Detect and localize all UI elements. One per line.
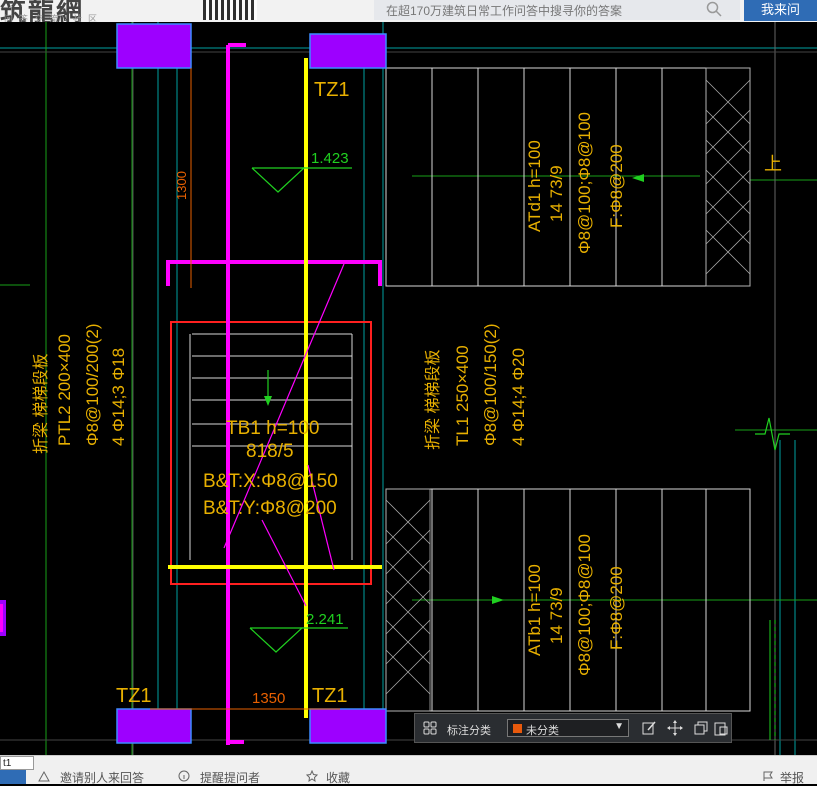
- label-ptl2-3: 4 Φ14;3 Φ18: [109, 348, 128, 446]
- label-tz1-top: TZ1: [314, 79, 350, 101]
- report-link[interactable]: 举报: [780, 769, 804, 786]
- cad-drawing[interactable]: TZ1 TZ1 TZ1 1.423 2.241 1300 1350 上 ATd1…: [0, 22, 817, 755]
- label-atb1-0: ATb1 h=100: [525, 564, 544, 656]
- copy-icon[interactable]: [693, 720, 709, 736]
- category-color-swatch: [513, 724, 522, 733]
- ask-question-button[interactable]: 我来问: [744, 0, 817, 21]
- edit-icon[interactable]: [641, 720, 657, 736]
- corner-badge: [0, 770, 26, 784]
- star-icon: [306, 770, 318, 782]
- page-footer-bar: t1 邀请别人来回答 提醒提问者 收藏 举报: [0, 755, 817, 786]
- label-atd1-3: F:Φ8@200: [607, 144, 626, 228]
- label-dim-vertical: 1300: [174, 171, 189, 200]
- remind-asker-link[interactable]: 提醒提问者: [200, 769, 260, 786]
- label-tl1-1: TL1 250×400: [453, 345, 472, 446]
- label-atb1-2: Φ8@100;Φ8@100: [575, 534, 594, 676]
- sheet-tab[interactable]: t1: [0, 756, 34, 770]
- report-icon: [763, 771, 773, 781]
- invite-answer-link[interactable]: 邀请别人来回答: [60, 769, 144, 786]
- label-tl1-0: 折梁 梯梯段板: [424, 350, 442, 450]
- label-tb1-3: B&T:Y:Φ8@200: [203, 498, 337, 519]
- invite-icon: [38, 770, 50, 782]
- search-placeholder: 在超170万建筑日常工作问答中搜寻你的答案: [386, 4, 623, 18]
- label-elevation-bottom: 2.241: [306, 611, 344, 628]
- label-tb1-0: TB1 h=100: [226, 418, 320, 439]
- label-tl1-2: Φ8@100/150(2): [481, 323, 500, 446]
- label-up-mark: 上: [764, 154, 782, 174]
- move-icon[interactable]: [667, 720, 683, 736]
- annotation-toolbar: 标注分类 未分类 ▼: [414, 713, 732, 743]
- label-atb1-1: 14 73/9: [547, 587, 566, 644]
- label-tb1-2: B&T:X:Φ8@150: [203, 471, 338, 492]
- label-tz1-bottom-right: TZ1: [312, 685, 348, 707]
- annotation-category-select[interactable]: 未分类 ▼: [507, 719, 629, 737]
- favorite-link[interactable]: 收藏: [326, 769, 350, 786]
- label-tz1-bottom-left: TZ1: [116, 685, 152, 707]
- site-header: 筑龍網 问答交流·社区 在超170万建筑日常工作问答中搜寻你的答案 我来问: [0, 0, 817, 27]
- label-atd1-0: ATd1 h=100: [525, 140, 544, 232]
- search-input[interactable]: 在超170万建筑日常工作问答中搜寻你的答案: [374, 0, 740, 20]
- chevron-down-icon: ▼: [614, 721, 624, 732]
- annotation-category-label: 标注分类: [447, 725, 491, 737]
- label-tb1-1: 818/5: [246, 441, 294, 462]
- grid-icon[interactable]: [423, 721, 437, 735]
- label-ptl2-0: 折梁 梯梯段板: [32, 354, 50, 454]
- label-atb1-3: F:Φ8@200: [607, 566, 626, 650]
- label-tl1-3: 4 Φ14;4 Φ20: [509, 348, 528, 446]
- label-atd1-1: 14 73/9: [547, 165, 566, 222]
- selected-category: 未分类: [526, 725, 559, 737]
- search-icon[interactable]: [706, 1, 722, 17]
- label-ptl2-1: PTL2 200×400: [55, 334, 74, 446]
- label-atd1-2: Φ8@100;Φ8@100: [575, 112, 594, 254]
- paste-icon[interactable]: [713, 720, 729, 736]
- label-ptl2-2: Φ8@100/200(2): [83, 323, 102, 446]
- qr-code-icon: [203, 0, 257, 20]
- label-elevation-top: 1.423: [311, 150, 349, 167]
- label-dim-bottom: 1350: [252, 690, 285, 707]
- info-icon: [178, 770, 190, 782]
